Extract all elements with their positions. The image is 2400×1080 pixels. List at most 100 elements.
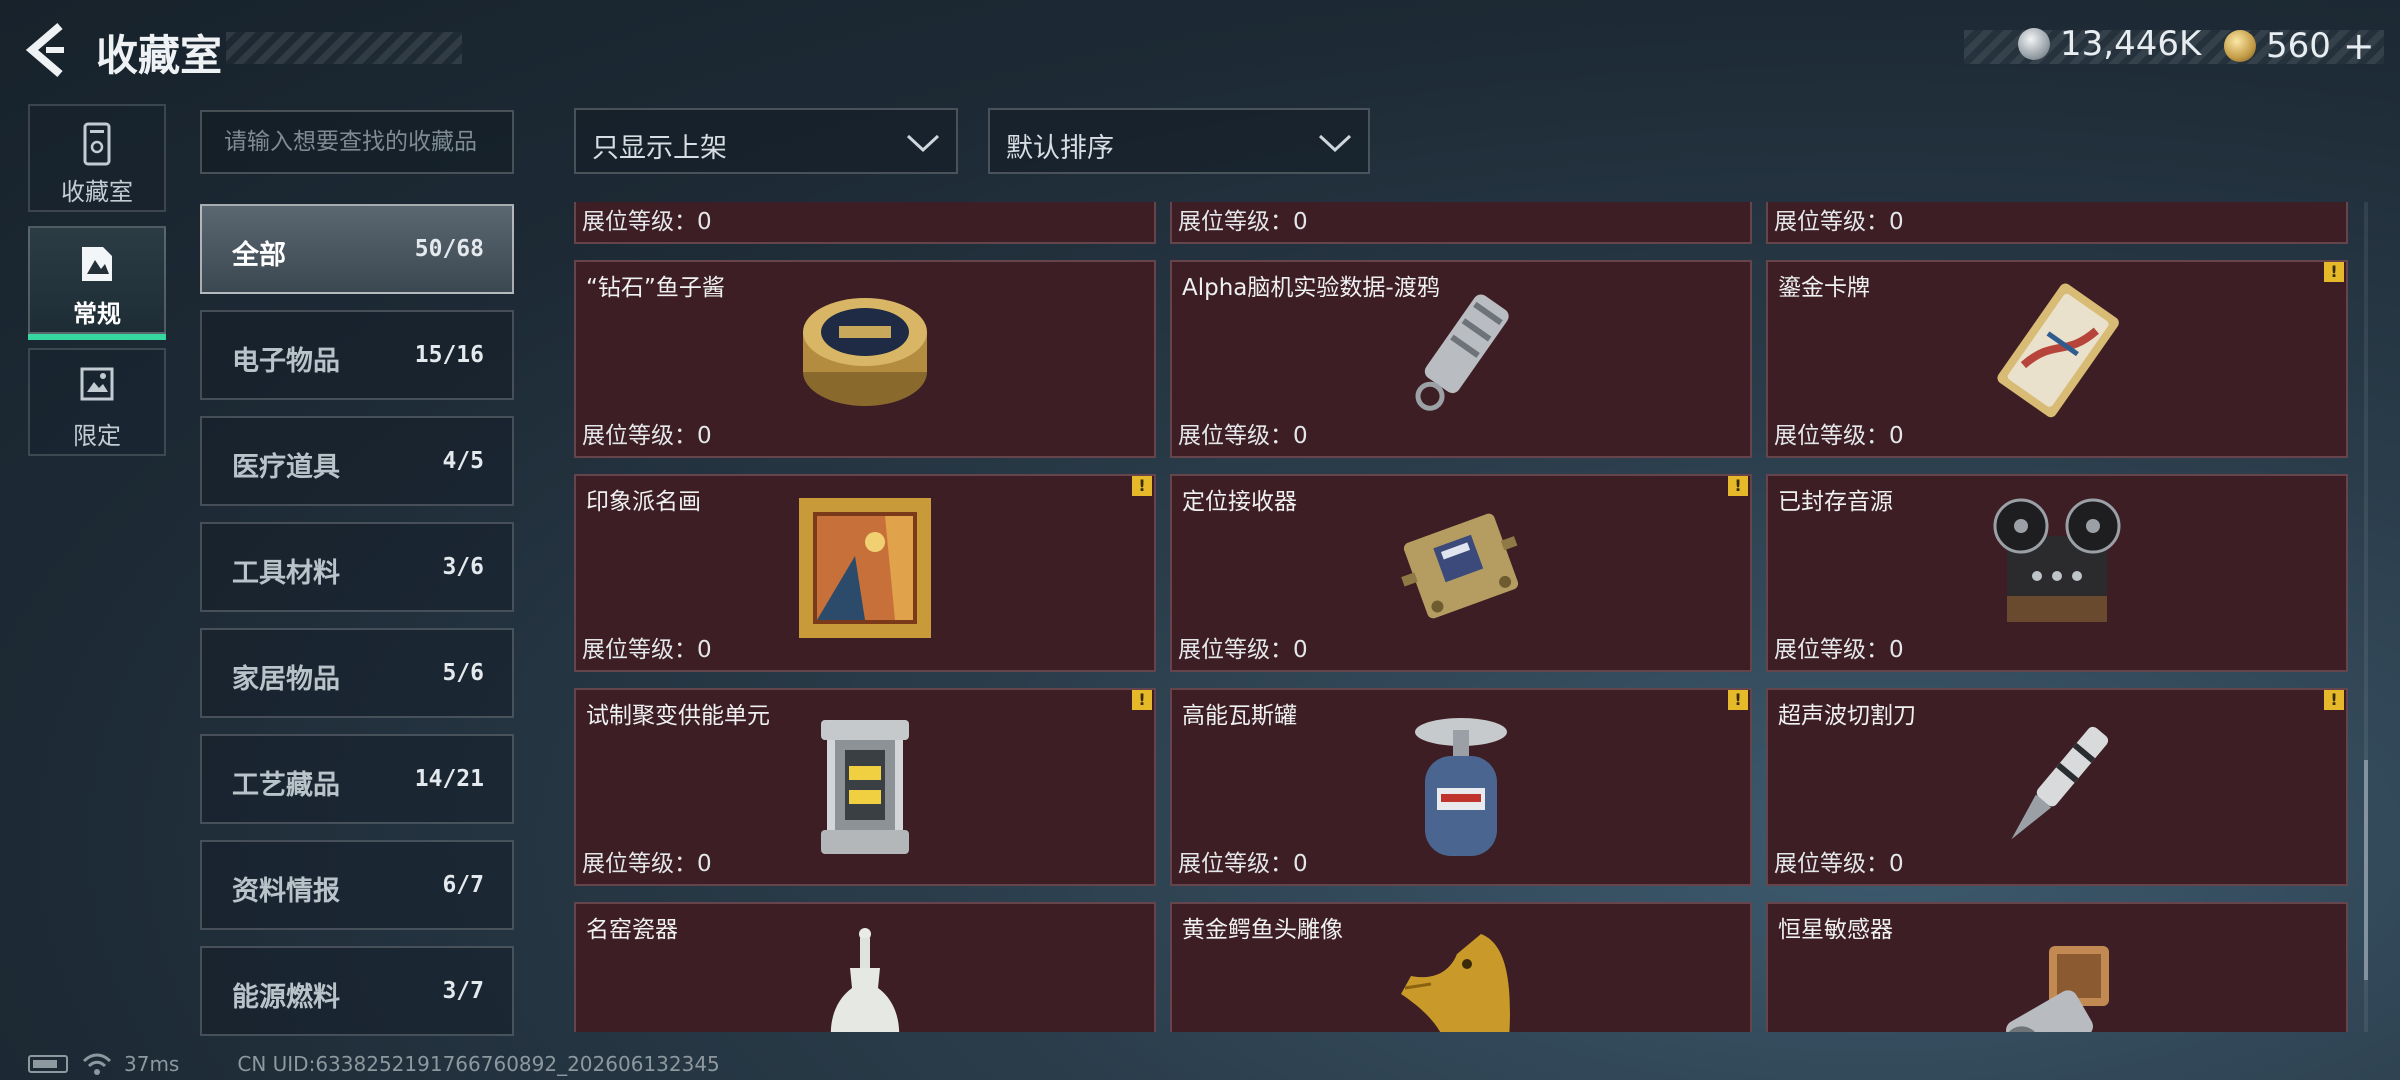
item-level: 展位等级：0 — [1178, 423, 1308, 449]
category-name: 电子物品 — [232, 346, 340, 377]
category-item-electronics[interactable]: 电子物品 15/16 — [200, 310, 514, 400]
collection-item-card[interactable]: “钻石”鱼子酱 展位等级：0 — [574, 260, 1156, 458]
tab-collection-room[interactable]: 收藏室 — [28, 104, 166, 212]
receiver-icon — [1401, 513, 1519, 619]
user-uid: CN UID:6338252191766760892_202606132345 — [237, 1052, 720, 1076]
mode-tabs: 收藏室 常规 限定 — [28, 104, 166, 470]
silver-coin-icon — [2018, 28, 2050, 60]
tab-regular[interactable]: 常规 — [28, 226, 166, 340]
category-count: 3/7 — [442, 978, 484, 1004]
limited-icon — [80, 367, 114, 401]
tab-label: 收藏室 — [61, 178, 133, 206]
collection-grid: 展位等级：0 展位等级：0 展位等级：0 “钻石”鱼子酱 展位等级：0 Alph… — [572, 202, 2356, 1032]
category-item-medical[interactable]: 医疗道具 4/5 — [200, 416, 514, 506]
item-level: 展位等级：0 — [1774, 851, 1904, 877]
collection-room-icon — [83, 122, 111, 166]
warning-icon: ! — [1132, 690, 1152, 710]
category-name: 资料情报 — [232, 876, 340, 907]
item-name: 已封存音源 — [1778, 489, 1893, 515]
tab-limited[interactable]: 限定 — [28, 348, 166, 456]
search-input[interactable] — [200, 110, 514, 174]
category-item-household[interactable]: 家居物品 5/6 — [200, 628, 514, 718]
collection-item-card[interactable]: 定位接收器 ! 展位等级：0 — [1170, 474, 1752, 672]
ping-value: 37ms — [124, 1052, 180, 1076]
gold-amount: 560 — [2266, 26, 2331, 66]
collection-item-card[interactable]: 印象派名画 ! 展位等级：0 — [574, 474, 1156, 672]
collection-item-card[interactable]: 黄金鳄鱼头雕像 — [1170, 902, 1752, 1032]
item-level: 展位等级：0 — [582, 209, 712, 235]
category-item-energy[interactable]: 能源燃料 3/7 — [200, 946, 514, 1036]
item-name: 试制聚变供能单元 — [586, 703, 770, 729]
collection-item-card[interactable]: 展位等级：0 — [1170, 202, 1752, 244]
collection-item-card[interactable]: 超声波切割刀 ! 展位等级：0 — [1766, 688, 2348, 886]
item-name: 定位接收器 — [1182, 489, 1297, 515]
tab-label: 限定 — [73, 422, 121, 450]
item-level: 展位等级：0 — [582, 423, 712, 449]
add-currency-button[interactable]: + — [2343, 24, 2375, 68]
ultrasonic-knife-icon — [2011, 726, 2109, 840]
item-level: 展位等级：0 — [1774, 209, 1904, 235]
category-count: 6/7 — [442, 872, 484, 898]
collection-item-card[interactable]: 展位等级：0 — [1766, 202, 2348, 244]
title-decoration — [226, 32, 462, 64]
porcelain-vase-icon — [830, 928, 900, 1032]
category-count: 14/21 — [414, 766, 484, 792]
collection-item-card[interactable]: 已封存音源 展位等级：0 — [1766, 474, 2348, 672]
silver-currency[interactable]: 13,446K — [2018, 24, 2201, 64]
data-drive-icon — [1415, 294, 1509, 411]
item-name: 鎏金卡牌 — [1778, 275, 1870, 301]
sort-dropdown[interactable]: 默认排序 — [988, 108, 1370, 174]
fusion-cell-icon — [821, 720, 909, 854]
collection-item-card[interactable]: 名窑瓷器 — [574, 902, 1156, 1032]
category-count: 5/6 — [442, 660, 484, 686]
status-bar: 37ms CN UID:6338252191766760892_20260613… — [28, 1052, 720, 1076]
dropdown-value: 只显示上架 — [592, 133, 727, 164]
top-bar: 收藏室 13,446K 560 + — [0, 0, 2400, 100]
tab-label: 常规 — [73, 300, 121, 328]
collection-item-card[interactable]: 鎏金卡牌 ! 展位等级：0 — [1766, 260, 2348, 458]
item-level: 展位等级：0 — [1774, 423, 1904, 449]
battery-icon — [28, 1055, 68, 1073]
painting-icon — [799, 498, 931, 638]
item-level: 展位等级：0 — [1774, 637, 1904, 663]
category-name: 全部 — [232, 240, 286, 271]
category-item-all[interactable]: 全部 50/68 — [200, 204, 514, 294]
regular-icon — [82, 247, 112, 281]
item-name: “钻石”鱼子酱 — [586, 275, 725, 301]
silver-amount: 13,446K — [2060, 24, 2202, 64]
shelf-filter-dropdown[interactable]: 只显示上架 — [574, 108, 958, 174]
category-name: 医疗道具 — [232, 452, 340, 483]
warning-icon: ! — [1132, 476, 1152, 496]
category-item-intel[interactable]: 资料情报 6/7 — [200, 840, 514, 930]
collection-item-card[interactable]: 展位等级：0 — [574, 202, 1156, 244]
category-name: 工艺藏品 — [232, 770, 340, 801]
collection-item-card[interactable]: 高能瓦斯罐 ! 展位等级：0 — [1170, 688, 1752, 886]
item-level: 展位等级：0 — [582, 637, 712, 663]
tape-recorder-icon — [1993, 498, 2121, 622]
gold-currency[interactable]: 560 + — [2224, 24, 2375, 68]
category-item-crafts[interactable]: 工艺藏品 14/21 — [200, 734, 514, 824]
gas-canister-icon — [1415, 718, 1507, 856]
category-count: 3/6 — [442, 554, 484, 580]
wifi-icon — [82, 1053, 112, 1075]
item-name: 印象派名画 — [586, 489, 701, 515]
category-item-tools[interactable]: 工具材料 3/6 — [200, 522, 514, 612]
collection-item-card[interactable]: 试制聚变供能单元 ! 展位等级：0 — [574, 688, 1156, 886]
warning-icon: ! — [1728, 690, 1748, 710]
warning-icon: ! — [2324, 690, 2344, 710]
back-arrow-icon — [25, 22, 64, 78]
item-level: 展位等级：0 — [1178, 851, 1308, 877]
item-name: 恒星敏感器 — [1778, 917, 1893, 943]
category-count: 50/68 — [414, 236, 484, 262]
collection-item-card[interactable]: Alpha脑机实验数据-渡鸦 展位等级：0 — [1170, 260, 1752, 458]
item-name: 黄金鳄鱼头雕像 — [1182, 917, 1343, 943]
collection-item-card[interactable]: 恒星敏感器 — [1766, 902, 2348, 1032]
grid-scrollbar-thumb[interactable] — [2364, 760, 2368, 980]
category-count: 15/16 — [414, 342, 484, 368]
back-button[interactable] — [24, 22, 74, 78]
chevron-down-icon — [1318, 134, 1352, 153]
star-sensor-icon — [2003, 946, 2109, 1032]
gold-coin-icon — [2224, 30, 2256, 62]
item-name: 超声波切割刀 — [1778, 703, 1916, 729]
category-name: 能源燃料 — [232, 982, 340, 1013]
